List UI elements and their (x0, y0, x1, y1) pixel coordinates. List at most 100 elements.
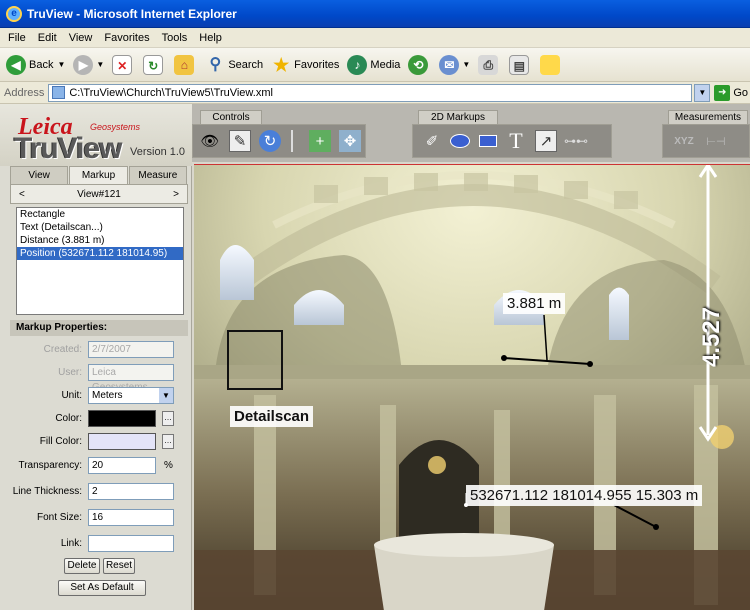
rotate-icon[interactable]: ↻ (259, 130, 281, 152)
unit-select[interactable]: Meters ▼ (88, 386, 174, 404)
panorama-viewer[interactable]: 3.881 m Detailscan 532671.112 181014.955… (194, 164, 750, 610)
browser-toolbar: ◀ Back ▼ ▶ ▼ ✕ ↻ ⌂ ⚲ Search ★ Favorites ♪ … (0, 48, 750, 82)
list-item-selected[interactable]: Position (532671.112 181014.95) (17, 247, 183, 260)
tab-markup[interactable]: Markup (69, 166, 128, 184)
back-button[interactable]: ◀ Back ▼ (6, 54, 65, 75)
color-swatch[interactable] (88, 409, 156, 427)
print-icon: ⎙ (478, 54, 499, 75)
ellipse-icon[interactable] (449, 130, 471, 152)
pan-icon[interactable]: ✥ (339, 130, 361, 152)
markup-list[interactable]: Rectangle Text (Detailscan...) Distance … (16, 207, 184, 315)
address-dropdown-button[interactable]: ▼ (694, 83, 711, 102)
menu-view[interactable]: View (65, 32, 101, 44)
delete-button[interactable]: Delete (64, 558, 100, 574)
fill-color-swatch[interactable] (88, 432, 156, 450)
search-button[interactable]: ⚲ Search (205, 55, 263, 75)
forward-button[interactable]: ▶ ▼ (73, 54, 104, 75)
history-button[interactable]: ⟲ (408, 54, 431, 75)
prop-thickness-row: Line Thickness: 2 (10, 482, 174, 500)
home-button[interactable]: ⌂ (174, 54, 197, 75)
tab-view[interactable]: View (10, 166, 69, 184)
set-as-default-button[interactable]: Set As Default (58, 580, 146, 596)
list-item[interactable]: Text (Detailscan...) (17, 221, 183, 234)
logo-area: Leica Geosystems TruView Version 1.0 (0, 104, 192, 166)
edit-button[interactable]: ▤ (509, 54, 532, 75)
go-arrow-icon: ➜ (714, 84, 731, 101)
color-picker-button[interactable]: … (162, 410, 174, 426)
menu-edit[interactable]: Edit (34, 32, 65, 44)
panel-tabs: View Markup Measure (10, 166, 188, 184)
prop-transparency-row: Transparency: 20 % (10, 456, 173, 474)
favorites-button[interactable]: ★ Favorites (271, 55, 339, 75)
mail-button[interactable]: ✉ ▼ (439, 54, 470, 75)
font-size-field[interactable]: 16 (88, 508, 174, 526)
rectangle-icon[interactable] (477, 130, 499, 152)
distance-tool-icon[interactable]: ⊢⊣ (703, 130, 729, 152)
reset-button[interactable]: Reset (103, 558, 135, 574)
created-label: Created: (43, 343, 82, 355)
position-label[interactable]: 532671.112 181014.955 15.303 m (466, 485, 703, 506)
menu-favorites[interactable]: Favorites (100, 32, 157, 44)
user-label: User: (58, 366, 82, 378)
tab-measure[interactable]: Measure (128, 166, 187, 184)
distance-label[interactable]: 3.881 m (503, 293, 566, 314)
menu-help[interactable]: Help (195, 32, 230, 44)
address-label: Address (4, 86, 45, 99)
stop-icon: ✕ (112, 54, 133, 75)
version-text: Version 1.0 (130, 146, 186, 158)
link-field[interactable] (88, 534, 174, 552)
menu-tools[interactable]: Tools (158, 32, 196, 44)
address-input[interactable]: C:\TruView\Church\TruView5\TruView.xml (48, 83, 693, 102)
measurements-group: XYZ ⊢⊣ (662, 124, 750, 158)
go-button[interactable]: ➜ Go (714, 84, 748, 101)
view-label: View#121 (77, 188, 121, 200)
zoom-in-icon[interactable]: + (309, 130, 331, 152)
detailscan-label[interactable]: Detailscan (230, 406, 314, 427)
note-icon (540, 54, 561, 75)
prop-color-row: Color: … (10, 409, 174, 427)
fill-picker-button[interactable]: … (162, 433, 174, 449)
percent-label: % (164, 459, 173, 471)
xyz-button[interactable]: XYZ (669, 130, 699, 152)
truview-logo: TruView (14, 132, 122, 165)
window-title-bar: e TruView - Microsoft Internet Explorer (0, 0, 750, 28)
text-tool-icon[interactable]: T (505, 128, 527, 153)
ie-logo-icon: e (6, 5, 22, 22)
line-thickness-field[interactable]: 2 (88, 482, 174, 500)
controls-title: Controls (200, 110, 262, 124)
window-title: TruView - Microsoft Internet Explorer (27, 6, 237, 21)
list-item[interactable]: Rectangle (17, 208, 183, 221)
prop-unit-row: Unit: Meters ▼ (10, 386, 174, 404)
refresh-button[interactable]: ↻ (143, 54, 166, 75)
height-label: 4.527 (698, 306, 725, 367)
markup-properties-title: Markup Properties: (10, 320, 188, 336)
messenger-button[interactable] (540, 54, 563, 75)
prev-view-button[interactable]: < (19, 189, 25, 200)
stop-button[interactable]: ✕ (112, 54, 135, 75)
prop-created-row: Created: 2/7/2007 (10, 340, 174, 358)
geosystems-text: Geosystems (90, 122, 141, 132)
eye-icon[interactable]: 👁 (199, 130, 221, 152)
left-panel: Leica Geosystems TruView Version 1.0 Vie… (0, 104, 192, 610)
media-button[interactable]: ♪ Media (347, 54, 400, 75)
list-item[interactable]: Distance (3.881 m) (17, 234, 183, 247)
font-size-label: Font Size: (36, 511, 82, 523)
arrow-tool-icon[interactable]: ↗ (535, 130, 557, 152)
pencil-icon[interactable]: ✐ (421, 130, 443, 152)
menu-file[interactable]: File (4, 32, 34, 44)
markups-group: ✐ T ↗ ⊶⊷ (412, 124, 612, 158)
created-field: 2/7/2007 (88, 340, 174, 358)
next-view-button[interactable]: > (173, 189, 179, 200)
edit-page-icon: ▤ (509, 54, 530, 75)
address-url: C:\TruView\Church\TruView5\TruView.xml (69, 86, 273, 99)
markups-title: 2D Markups (418, 110, 498, 124)
link-tool-icon[interactable]: ⊶⊷ (564, 130, 588, 152)
print-button[interactable]: ⎙ (478, 54, 501, 75)
unit-label: Unit: (61, 389, 82, 401)
truview-app: Leica Geosystems TruView Version 1.0 Vie… (0, 104, 750, 610)
transparency-field[interactable]: 20 (88, 456, 156, 474)
view-navigator: < View#121 > (10, 184, 188, 204)
refresh-icon: ↻ (143, 54, 164, 75)
prop-link-row: Link: (10, 534, 174, 552)
markup-pen-icon[interactable]: ✎ (229, 130, 251, 152)
